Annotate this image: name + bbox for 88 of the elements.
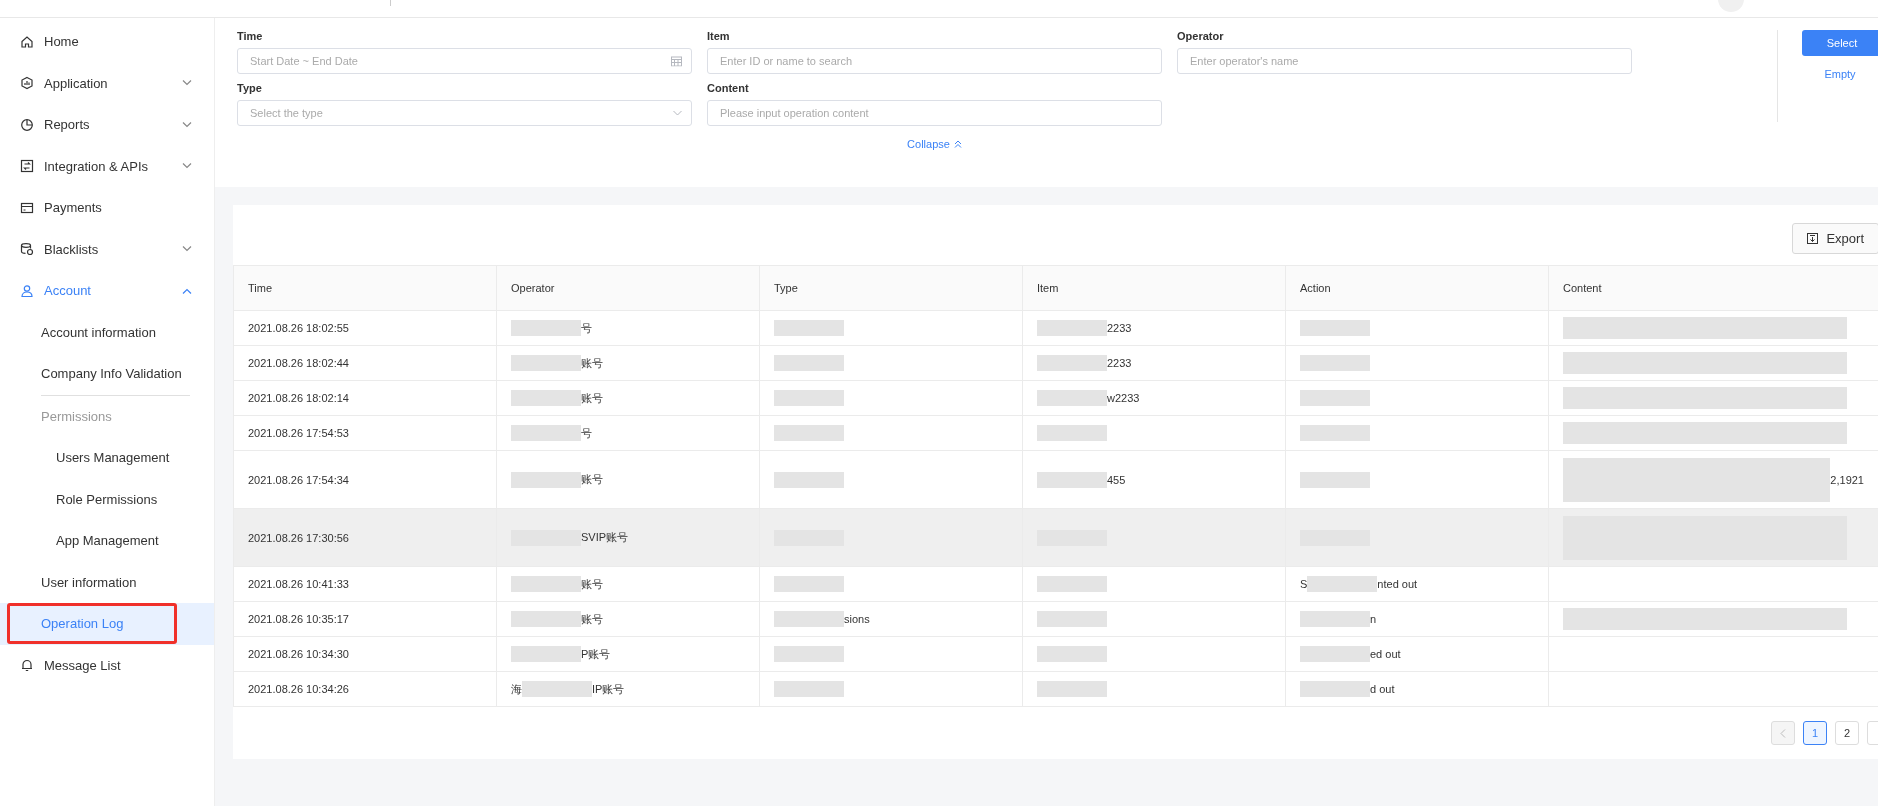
chevron-icon [1780, 728, 1786, 738]
menu-icon [20, 76, 34, 91]
menu-icon [20, 283, 34, 298]
table-cell: 2233 [1107, 322, 1132, 334]
menu-item[interactable]: Account [0, 270, 214, 312]
menu-icon [20, 658, 34, 673]
empty-link[interactable]: Empty [1824, 68, 1856, 80]
menu-section-label: Permissions [41, 394, 190, 437]
field-label: Time [237, 30, 264, 42]
field-label: Content [707, 82, 750, 94]
input-field[interactable]: Enter ID or name to search [707, 48, 1162, 74]
table-cell: 2021.08.26 17:54:53 [248, 427, 349, 439]
menu-item[interactable]: User information [0, 561, 214, 603]
chevron-icon [182, 163, 192, 170]
table-cell: w2233 [1107, 392, 1140, 404]
table-cell: 2021.08.26 10:34:26 [248, 683, 349, 695]
table-cell: 2,1921 [1830, 473, 1864, 486]
table-cell: 2021.08.26 18:02:44 [248, 357, 349, 369]
field-label: Operator [1177, 30, 1225, 42]
table-cell: sions [844, 613, 870, 625]
table-cell: S [1300, 578, 1308, 590]
page-button[interactable]: 2 [1835, 721, 1859, 745]
table-cell: 海 [511, 681, 522, 697]
chevron-icon [182, 80, 192, 87]
table-cell: nted out [1377, 578, 1418, 590]
table-cell: 2021.08.26 10:41:33 [248, 578, 349, 590]
menu-item[interactable]: Users Management [0, 437, 214, 479]
collapse-link[interactable]: Collapse [907, 138, 962, 150]
table-cell: SVIP账号 [581, 530, 629, 545]
chevron-icon [182, 246, 192, 253]
menu-item[interactable]: Application [0, 62, 214, 104]
caret-icon [673, 110, 682, 116]
input-field[interactable]: Please input operation content [707, 100, 1162, 126]
table-cell: 账号 [581, 472, 603, 487]
column-header: Time [233, 265, 497, 311]
table-cell: n [1370, 613, 1377, 625]
menu-item[interactable]: App Management [0, 520, 214, 562]
export-button[interactable]: Export [1792, 222, 1878, 254]
menu-item[interactable]: Blacklists [0, 228, 214, 270]
table-cell: d out [1370, 683, 1395, 695]
table-cell: 账号 [581, 611, 603, 627]
table-cell: 账号 [581, 576, 603, 592]
input-field[interactable]: Enter operator's name [1177, 48, 1632, 74]
table-cell: 2021.08.26 10:35:17 [248, 613, 349, 625]
table-cell: 2233 [1107, 357, 1132, 369]
table-cell: 2021.08.26 17:30:56 [248, 531, 349, 544]
menu-item[interactable]: Company Info Validation [0, 353, 214, 395]
table-cell: P账号 [581, 646, 611, 662]
column-header: Type [759, 265, 1023, 311]
menu-icon [20, 34, 34, 49]
input-field[interactable]: Select the type [237, 100, 692, 126]
double-chevron-icon [953, 140, 962, 148]
page-button[interactable]: 1 [1803, 721, 1827, 745]
table-cell: 号 [581, 425, 592, 441]
menu-item[interactable]: Reports [0, 104, 214, 146]
table-cell: 455 [1107, 473, 1126, 486]
menu-item[interactable]: Payments [0, 187, 214, 229]
table-cell: 2021.08.26 18:02:14 [248, 392, 349, 404]
menu-item[interactable]: Integration & APIs [0, 145, 214, 187]
menu-item[interactable]: Message List [0, 644, 214, 686]
column-header: Action [1285, 265, 1549, 311]
table-cell: 账号 [581, 390, 603, 406]
field-label: Item [707, 30, 731, 42]
select-button[interactable]: Select [1802, 30, 1878, 56]
table-cell: 2021.08.26 17:54:34 [248, 473, 349, 486]
menu-item[interactable]: Role Permissions [0, 478, 214, 520]
previous-page-button[interactable] [1771, 721, 1795, 745]
table-cell: 账号 [581, 355, 603, 371]
calendar-icon [671, 55, 682, 67]
menu-icon [20, 159, 34, 174]
chevron-icon [182, 287, 192, 294]
table-cell: ed out [1370, 648, 1401, 660]
menu-item[interactable]: Account information [0, 311, 214, 353]
menu-icon [20, 242, 34, 257]
table-cell: 2021.08.26 10:34:30 [248, 648, 349, 660]
export-icon [1807, 232, 1819, 244]
field-label: Type [237, 82, 263, 94]
column-header: Content [1548, 265, 1878, 311]
table-cell: 号 [581, 320, 592, 336]
menu-icon [20, 200, 34, 215]
column-header: Operator [496, 265, 760, 311]
menu-icon [20, 117, 34, 132]
table-cell: 2021.08.26 18:02:55 [248, 322, 349, 334]
menu-item[interactable]: Home [0, 21, 214, 63]
chevron-icon [182, 121, 192, 128]
input-field[interactable]: Start Date ~ End Date [237, 48, 692, 74]
column-header: Item [1022, 265, 1286, 311]
table-cell: IP账号 [592, 681, 625, 697]
